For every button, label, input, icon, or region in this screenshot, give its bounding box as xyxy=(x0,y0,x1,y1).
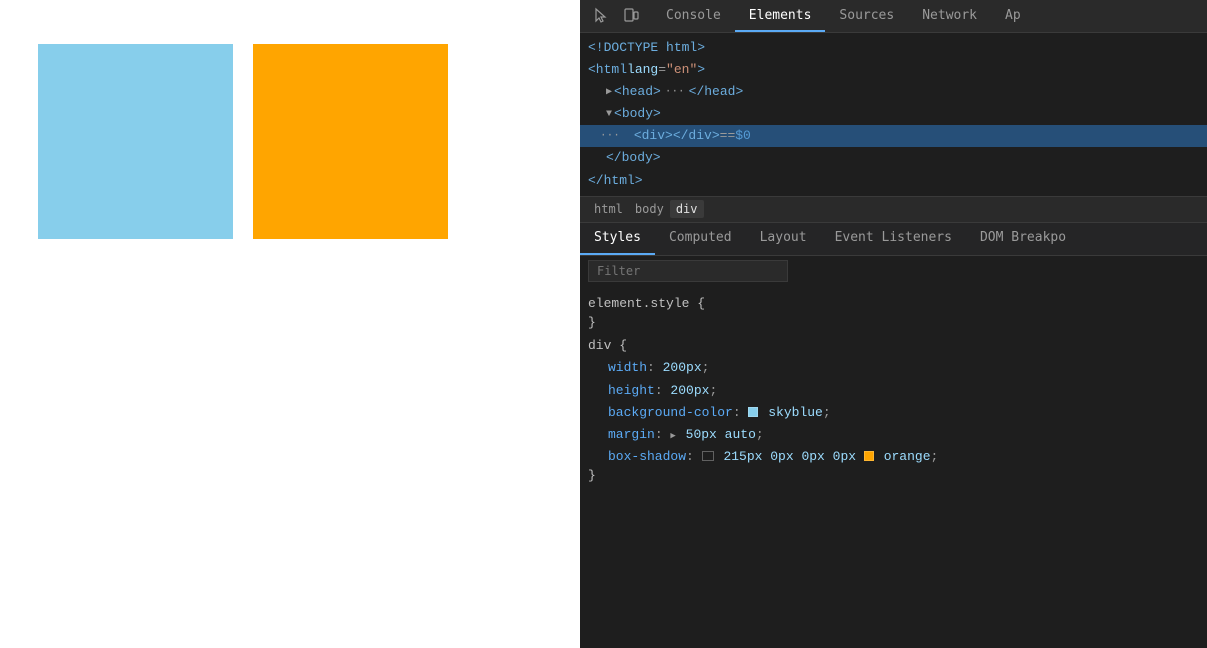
tab-dom-breakpoints[interactable]: DOM Breakpo xyxy=(966,223,1080,255)
prop-width: width: 200px; xyxy=(588,357,1199,379)
tab-app[interactable]: Ap xyxy=(991,0,1035,32)
tree-html-close[interactable]: </html> xyxy=(580,170,1207,192)
tree-doctype: <!DOCTYPE html> xyxy=(580,37,1207,59)
prop-box-shadow: box-shadow: 215px 0px 0px 0px orange; xyxy=(588,446,1199,468)
tree-html[interactable]: <html lang="en"> xyxy=(580,59,1207,81)
tree-body[interactable]: ▼ <body> xyxy=(580,103,1207,125)
shadow-icon[interactable] xyxy=(702,451,714,461)
tab-sources[interactable]: Sources xyxy=(825,0,908,32)
orange-box xyxy=(253,44,448,239)
element-style-section: element.style { } xyxy=(580,290,1207,332)
div-rule-close: } xyxy=(588,468,1199,483)
tree-body-close[interactable]: </body> xyxy=(580,147,1207,169)
styles-panel: element.style { } div { width: 200px; he… xyxy=(580,286,1207,648)
div-rule-section: div { width: 200px; height: 200px; backg… xyxy=(580,332,1207,485)
devtools-panel: Console Elements Sources Network Ap <!DO… xyxy=(580,0,1207,648)
device-icon[interactable] xyxy=(618,5,644,27)
tab-console[interactable]: Console xyxy=(652,0,735,32)
filter-input[interactable] xyxy=(588,260,788,282)
element-style-close: } xyxy=(588,315,1199,330)
tab-elements[interactable]: Elements xyxy=(735,0,826,32)
prop-background-color: background-color: skyblue; xyxy=(588,402,1199,424)
breadcrumb: html body div xyxy=(580,196,1207,222)
skyblue-swatch[interactable] xyxy=(748,407,758,417)
div-rule-selector: div { xyxy=(588,334,1199,357)
toolbar-icons xyxy=(580,5,652,27)
tree-div[interactable]: ··· <div></div> == $0 xyxy=(580,125,1207,147)
toolbar-tabs: Console Elements Sources Network Ap xyxy=(652,0,1035,32)
orange-swatch[interactable] xyxy=(864,451,874,461)
tree-head[interactable]: ▶ <head> ··· </head> xyxy=(580,81,1207,103)
tab-computed[interactable]: Computed xyxy=(655,223,746,255)
styles-tabs: Styles Computed Layout Event Listeners D… xyxy=(580,222,1207,256)
preview-panel xyxy=(0,0,580,648)
tab-event-listeners[interactable]: Event Listeners xyxy=(821,223,966,255)
cursor-icon[interactable] xyxy=(588,5,614,27)
html-tree: <!DOCTYPE html> <html lang="en"> ▶ <head… xyxy=(580,33,1207,196)
tab-layout[interactable]: Layout xyxy=(746,223,821,255)
element-style-selector: element.style { xyxy=(588,292,1199,315)
breadcrumb-body[interactable]: body xyxy=(629,200,670,218)
breadcrumb-html[interactable]: html xyxy=(588,200,629,218)
devtools-toolbar: Console Elements Sources Network Ap xyxy=(580,0,1207,33)
tab-network[interactable]: Network xyxy=(908,0,991,32)
tab-styles[interactable]: Styles xyxy=(580,223,655,255)
prop-height: height: 200px; xyxy=(588,380,1199,402)
filter-bar xyxy=(580,256,1207,286)
prop-margin: margin: ▶ 50px auto; xyxy=(588,424,1199,446)
blue-box xyxy=(38,44,233,239)
breadcrumb-div[interactable]: div xyxy=(670,200,704,218)
